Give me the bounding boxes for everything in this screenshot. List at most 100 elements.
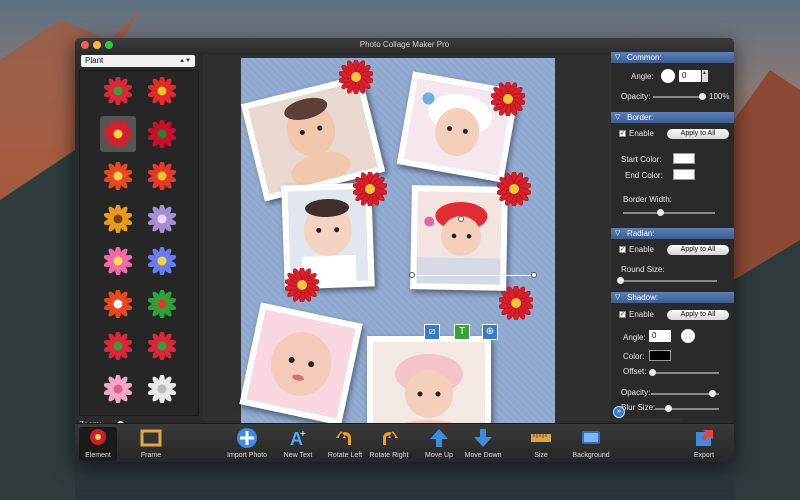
element-item[interactable] [100, 286, 136, 322]
export-button[interactable]: Export [687, 427, 721, 461]
rotate-right-button[interactable]: Rotate Right [367, 427, 411, 461]
start-color-label: Start Color: [621, 155, 662, 164]
shadow-angle-dial[interactable] [681, 329, 695, 343]
new-text-button[interactable]: A + New Text [279, 427, 317, 461]
shadow-blur-slider-knob[interactable] [665, 405, 672, 412]
export-label: Export [693, 452, 715, 459]
element-item[interactable] [100, 73, 136, 109]
daisy-icon [352, 170, 388, 208]
red-daisy-sticker[interactable] [498, 284, 534, 322]
resize-handle[interactable] [409, 272, 415, 278]
close-button[interactable] [81, 41, 89, 49]
size-button[interactable]: Size [523, 427, 559, 461]
red-daisy-sticker[interactable] [490, 80, 526, 118]
pink-flower-icon [104, 247, 132, 275]
red-daisy-sticker[interactable] [338, 58, 374, 96]
element-item[interactable] [100, 158, 136, 194]
border-width-slider-knob[interactable] [657, 209, 664, 216]
border-width-label: Border Width: [623, 195, 672, 204]
angle-dial[interactable] [661, 69, 675, 83]
category-dropdown[interactable]: Plant ▲▼ [81, 55, 195, 67]
end-color-swatch[interactable] [673, 169, 695, 180]
text-tool-icon[interactable]: T [454, 324, 470, 340]
border-section-header[interactable]: ▽ Border: [611, 112, 734, 123]
angle-input[interactable]: 0 [679, 70, 701, 82]
arrow-down-icon [474, 429, 492, 447]
opacity-slider-track[interactable] [653, 96, 705, 98]
shadow-offset-slider-knob[interactable] [649, 369, 656, 376]
shadow-apply-all-button[interactable]: Apply to All [667, 310, 729, 320]
element-tool-button[interactable]: Element [79, 427, 117, 461]
element-item[interactable] [144, 73, 180, 109]
angle-stepper[interactable]: ▲▼ [702, 70, 712, 82]
red-daisy-sticker[interactable] [352, 170, 388, 208]
element-item[interactable] [144, 116, 180, 152]
radian-section-header[interactable]: ▽ Radian: [611, 228, 734, 239]
shadow-enable-checkbox[interactable]: ✓ [619, 311, 626, 318]
radian-enable-checkbox[interactable]: ✓ [619, 246, 626, 253]
element-item[interactable] [100, 201, 136, 237]
round-size-slider-track[interactable] [619, 280, 717, 282]
element-item[interactable] [144, 243, 180, 279]
red-blossom-icon [148, 77, 176, 105]
red-daisy-sticker[interactable] [496, 170, 532, 208]
element-tool-label: Element [85, 452, 111, 459]
collage-canvas[interactable]: ⧄ T ⊕ [239, 58, 555, 446]
zoom-window-button[interactable] [105, 41, 113, 49]
rotate-handle[interactable] [531, 272, 537, 278]
opacity-slider-knob[interactable] [699, 93, 706, 100]
round-size-slider-knob[interactable] [617, 277, 624, 284]
app-window: Photo Collage Maker Pro Plant ▲▼ Zoom: [75, 38, 734, 462]
photo-frame-5[interactable] [239, 302, 363, 426]
baby-photo-4 [416, 191, 502, 285]
dandelion-icon [148, 374, 176, 403]
background-button[interactable]: Background [569, 427, 613, 461]
shadow-opacity-label: Opacity: [621, 388, 651, 397]
opacity-label: Opacity: [621, 92, 651, 101]
background-label: Background [572, 452, 610, 459]
border-enable-label: Enable [629, 129, 654, 138]
radian-apply-all-button[interactable]: Apply to All [667, 245, 729, 255]
minimize-button[interactable] [93, 41, 101, 49]
frame-tool-button[interactable]: Frame [131, 427, 171, 461]
category-dropdown-value: Plant [85, 56, 104, 65]
bouquet-icon [104, 77, 132, 105]
element-item[interactable] [144, 201, 180, 237]
shadow-header-label: Shadow: [627, 293, 659, 302]
element-item[interactable] [100, 371, 136, 407]
panel-scroll-icon[interactable]: » [613, 406, 625, 418]
move-up-button[interactable]: Move Up [421, 427, 457, 461]
import-photo-label: Import Photo [227, 452, 268, 459]
rotate-right-label: Rotate Right [369, 452, 409, 459]
shadow-offset-slider-track[interactable] [651, 372, 719, 374]
shadow-opacity-slider-knob[interactable] [709, 390, 716, 397]
red-daisy-sticker[interactable] [284, 266, 320, 304]
red-rose-icon [148, 119, 176, 148]
border-apply-all-button[interactable]: Apply to All [667, 129, 729, 139]
common-section-header[interactable]: ▽ Common: [611, 52, 734, 63]
shadow-color-label: Color: [623, 352, 645, 361]
rotate-left-button[interactable]: Rotate Left [325, 427, 365, 461]
element-item[interactable] [100, 115, 136, 152]
radian-enable-label: Enable [629, 245, 654, 254]
element-item[interactable] [144, 158, 180, 194]
shadow-section-header[interactable]: ▽ Shadow: [611, 292, 734, 303]
round-size-label: Round Size: [621, 265, 665, 274]
element-item[interactable] [144, 371, 180, 407]
element-item[interactable] [100, 328, 136, 364]
top-handle[interactable] [458, 216, 464, 222]
move-down-label: Move Down [464, 452, 502, 459]
element-item[interactable] [144, 286, 180, 322]
border-width-slider-track[interactable] [623, 212, 715, 214]
border-enable-checkbox[interactable]: ✓ [619, 130, 626, 137]
shadow-color-swatch[interactable] [649, 350, 671, 361]
move-down-button[interactable]: Move Down [463, 427, 503, 461]
element-item[interactable] [144, 328, 180, 364]
start-color-swatch[interactable] [673, 153, 695, 164]
crop-icon[interactable]: ⧄ [424, 324, 440, 340]
effects-icon[interactable]: ⊕ [482, 324, 498, 340]
shadow-angle-input[interactable]: 0 [649, 330, 671, 342]
element-item[interactable] [100, 243, 136, 279]
collapse-arrow-icon: ▽ [615, 230, 621, 237]
import-photo-button[interactable]: Import Photo [227, 427, 267, 461]
